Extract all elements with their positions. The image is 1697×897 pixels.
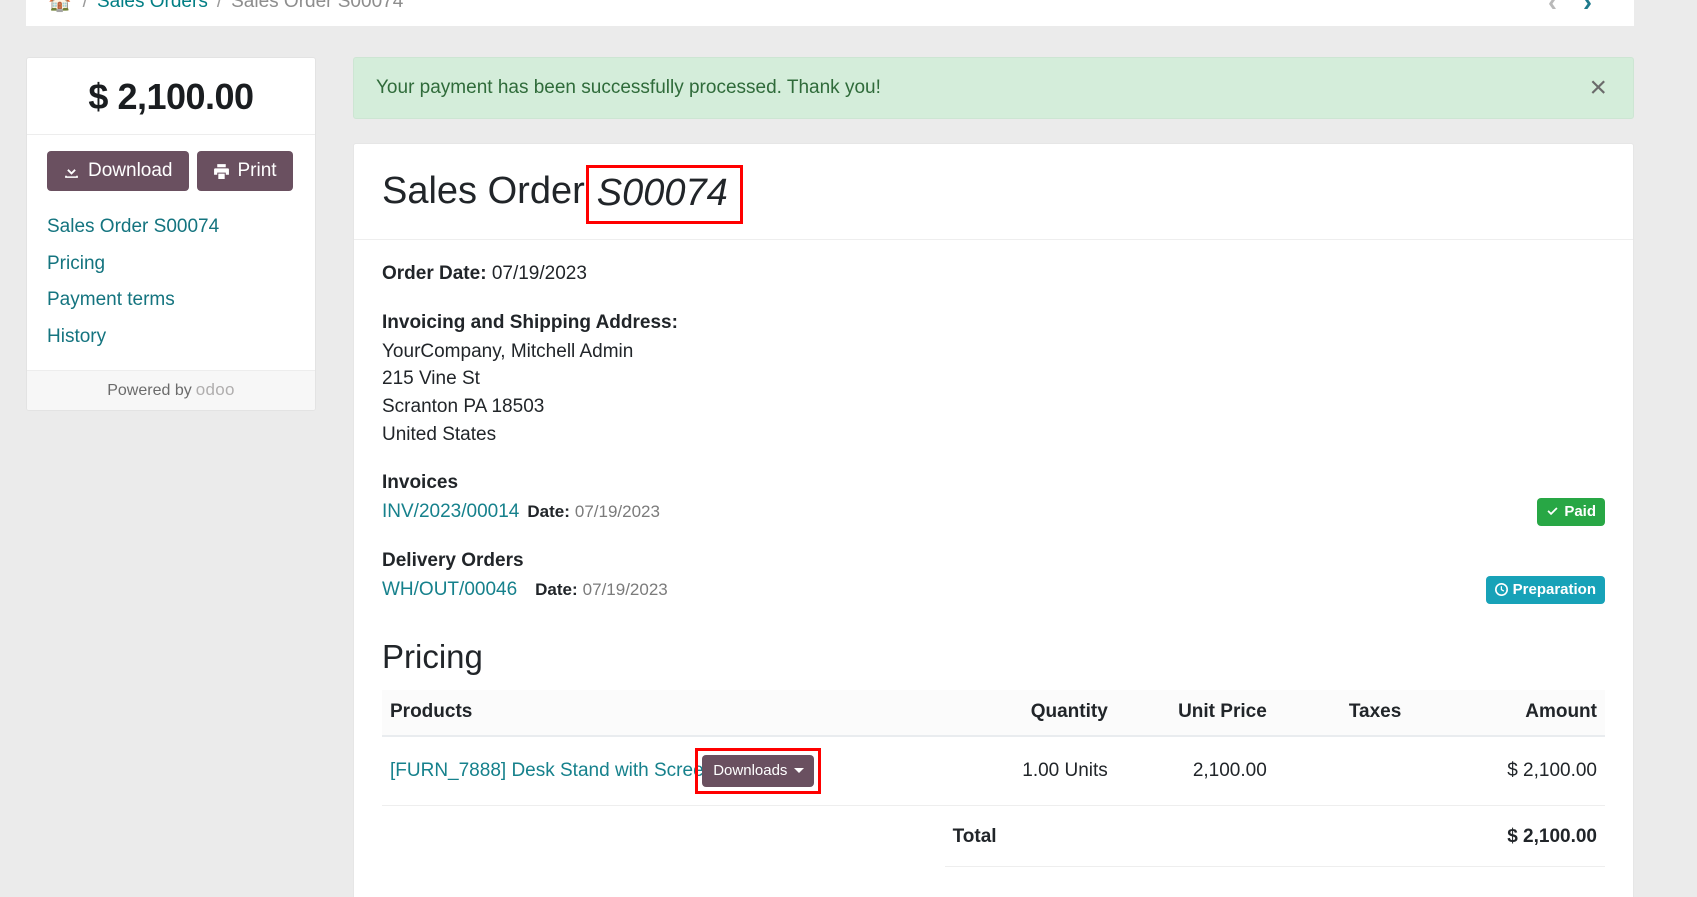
sidebar: $ 2,100.00 Download Print Sales Order S0… [26,57,316,411]
invoice-date-value: 07/19/2023 [574,502,660,522]
pricing-table-body: [FURN_7888] Desk Stand with Screen Downl… [382,736,1605,868]
order-date-value: 07/19/2023 [491,263,587,284]
order-reference: S00074 [585,165,743,224]
address-line-2: 215 Vine St [382,368,480,390]
print-button[interactable]: Print [196,151,293,191]
cell-taxes [1274,736,1410,807]
pricing-heading: Pricing [382,638,483,676]
payment-success-alert: Your payment has been successfully proce… [353,57,1634,119]
status-badge-paid: Paid [1537,498,1605,527]
printer-icon [213,163,229,179]
status-badge-preparation: Preparation [1485,576,1605,605]
address-block: YourCompany, Mitchell Admin 215 Vine St … [382,338,1605,449]
sidebar-item-payment-terms[interactable]: Payment terms [47,282,295,319]
download-button[interactable]: Download [47,151,189,191]
powered-by-label: Powered by [107,381,192,399]
chevron-right-icon[interactable]: › [1583,0,1592,16]
invoice-date-label: Date: [527,502,570,522]
sidebar-item-pricing[interactable]: Pricing [47,246,295,283]
breadcrumb-separator-2: / [216,0,223,12]
check-icon [1547,507,1558,516]
close-icon[interactable]: × [1585,73,1611,103]
breadcrumb-link-sales-orders[interactable]: Sales Orders [97,0,208,13]
invoice-row: INV/2023/00014 Date: 07/19/2023 Paid [382,498,1605,527]
page-root: 🏠 / Sales Orders / Sales Order S00074 ‹ … [0,0,1697,897]
sidebar-nav: Sales Order S00074 Pricing Payment terms… [47,209,295,356]
total-label: Total [944,805,1116,868]
table-header-row: Products Quantity Unit Price Taxes Amoun… [382,690,1605,738]
cell-unit-price: 2,100.00 [1115,736,1275,807]
order-date-label: Order Date: [382,263,487,284]
downloads-button[interactable]: Downloads [702,755,815,788]
home-icon[interactable]: 🏠 [48,0,72,12]
sales-order-card: Sales Order S00074 Order Date: 07/19/2023… [353,143,1634,897]
invoices-label: Invoices [382,472,459,494]
total-spacer [382,806,945,867]
caret-down-icon [794,768,805,774]
cell-product: [FURN_7888] Desk Stand with Screen Downl… [382,736,945,807]
cell-quantity: 1.00 Units [944,736,1116,807]
status-badge-preparation-label: Preparation [1512,581,1596,599]
sidebar-body: Download Print Sales Order S00074 Pricin… [27,135,315,370]
table-row: [FURN_7888] Desk Stand with Screen Downl… [382,736,1605,807]
clock-icon [1494,583,1508,597]
delivery-link[interactable]: WH/OUT/00046 [382,579,517,601]
breadcrumb: 🏠 / Sales Orders / Sales Order S00074 [48,0,403,13]
order-total-amount: $ 2,100.00 [88,76,254,117]
pricing-table: Products Quantity Unit Price Taxes Amoun… [382,690,1605,868]
downloads-dropdown[interactable]: Downloads [695,748,822,795]
delivery-orders-label: Delivery Orders [382,550,524,572]
status-badge-paid-label: Paid [1564,503,1596,521]
downloads-button-label: Downloads [713,762,788,780]
breadcrumb-separator: / [82,0,88,12]
cell-amount: $ 2,100.00 [1409,736,1605,807]
col-quantity: Quantity [944,690,1116,738]
card-header: Sales Order S00074 [354,144,1633,240]
address-line-1: YourCompany, Mitchell Admin [382,340,634,362]
address-line-4: United States [382,423,497,445]
address-line-3: Scranton PA 18503 [382,396,545,418]
alert-message: Your payment has been successfully proce… [376,77,881,98]
page-title: Sales Order [382,170,585,212]
total-spacer-3 [1274,805,1410,868]
download-button-label: Download [88,160,173,181]
breadcrumb-bar: 🏠 / Sales Orders / Sales Order S00074 ‹ … [26,0,1634,26]
sidebar-item-sales-order[interactable]: Sales Order S00074 [47,209,295,246]
order-total-block: $ 2,100.00 [27,58,315,135]
order-date-row: Order Date: 07/19/2023 [382,260,1605,288]
total-amount: $ 2,100.00 [1409,805,1605,868]
address-label: Invoicing and Shipping Address: [382,311,678,333]
sidebar-actions: Download Print [47,151,295,191]
col-taxes: Taxes [1274,690,1410,738]
powered-by-footer: Powered by odoo [27,369,315,410]
col-products: Products [382,690,945,738]
card-body: Order Date: 07/19/2023 Invoicing and Shi… [354,240,1633,868]
odoo-logo: odoo [195,379,235,399]
download-icon [65,163,78,178]
record-pager: ‹ › [1548,0,1612,16]
delivery-row: WH/OUT/00046 Date: 07/19/2023 Preparatio… [382,576,1605,605]
sidebar-item-history[interactable]: History [47,319,295,356]
pricing-table-head: Products Quantity Unit Price Taxes Amoun… [382,690,1605,738]
print-button-label: Print [237,160,277,181]
total-spacer-2 [1115,805,1275,868]
chevron-left-icon[interactable]: ‹ [1548,0,1557,16]
invoice-link[interactable]: INV/2023/00014 [382,501,519,523]
delivery-date-label: Date: [535,580,578,600]
product-name-link[interactable]: [FURN_7888] Desk Stand with Screen [390,760,714,782]
col-amount: Amount [1409,690,1605,738]
delivery-date-value: 07/19/2023 [582,580,668,600]
table-total-row: Total $ 2,100.00 [382,805,1605,868]
breadcrumb-current: Sales Order S00074 [231,0,404,12]
col-unit-price: Unit Price [1115,690,1275,738]
